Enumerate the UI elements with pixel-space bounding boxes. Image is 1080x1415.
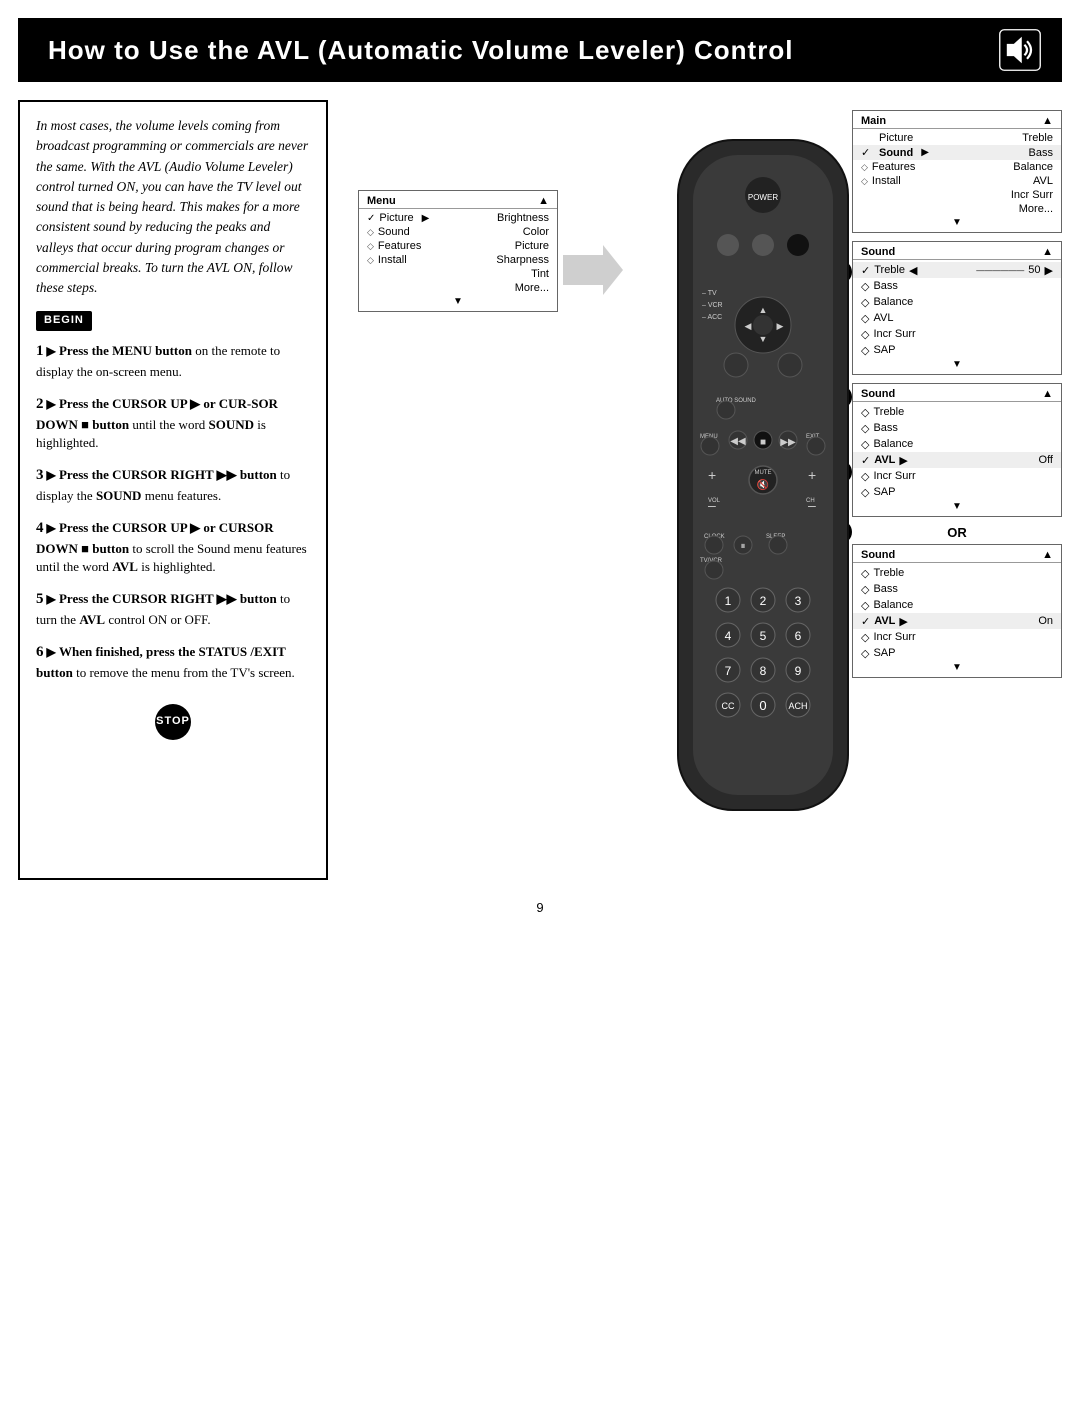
svg-text:4: 4 bbox=[725, 629, 732, 643]
svg-text:POWER: POWER bbox=[748, 193, 778, 202]
avl-on-balance: ◇ Balance bbox=[853, 597, 1061, 613]
menu-item-install: ◇ Install Sharpness bbox=[359, 253, 557, 267]
svg-text:▶▶: ▶▶ bbox=[780, 437, 796, 448]
svg-text:▲: ▲ bbox=[759, 305, 768, 315]
main-menu-incr: Incr Surr bbox=[853, 188, 1061, 202]
svg-text:⏸: ⏸ bbox=[741, 541, 746, 552]
avl-on-bass: ◇ Bass bbox=[853, 581, 1061, 597]
or-label: OR bbox=[852, 521, 1062, 544]
sound-sap-item: ◇ SAP bbox=[853, 342, 1061, 358]
svg-text:9: 9 bbox=[795, 664, 802, 678]
sound-bass-item: ◇ Bass bbox=[853, 278, 1061, 294]
svg-text:2: 2 bbox=[760, 594, 767, 608]
menu-item-tint: Tint bbox=[359, 267, 557, 281]
stop-badge: STOP bbox=[155, 704, 191, 740]
main-content: In most cases, the volume levels coming … bbox=[18, 100, 1062, 880]
sound-avl-on-menu-box: Sound ▲ ◇ Treble ◇ Bass bbox=[852, 544, 1062, 678]
svg-text:+: + bbox=[808, 467, 816, 483]
speaker-icon bbox=[998, 28, 1042, 72]
main-menu-sound-selected: ✓ Sound ▶ Bass bbox=[853, 145, 1061, 160]
sound-avl-item: ◇ AVL bbox=[853, 310, 1061, 326]
sound-balance-item: ◇ Balance bbox=[853, 294, 1061, 310]
svg-text:◀: ◀ bbox=[745, 321, 752, 331]
remote-control: POWER – TV – VCR – ACC ▲ ▼ ◀ ▶ bbox=[648, 130, 878, 835]
svg-text:ACH: ACH bbox=[788, 701, 807, 711]
arrow-graphic bbox=[563, 245, 623, 300]
begin-badge: BEGIN bbox=[36, 310, 310, 341]
avl-off-avl: ✓ AVL ▶ Off bbox=[853, 452, 1061, 468]
svg-text:8: 8 bbox=[760, 664, 767, 678]
main-menu-picture: Picture Treble bbox=[853, 131, 1061, 145]
avl-on-treble: ◇ Treble bbox=[853, 565, 1061, 581]
svg-text:5: 5 bbox=[760, 629, 767, 643]
step-2: 2▶ Press the CURSOR UP ▶ or CUR-SOR DOWN… bbox=[36, 394, 310, 453]
main-menu-display: Menu ▲ ✓ Picture ▶ Brightness ◇ Sound Co… bbox=[358, 190, 558, 312]
main-menu-features: ◇ Features Balance bbox=[853, 160, 1061, 174]
center-right-area: Menu ▲ ✓ Picture ▶ Brightness ◇ Sound Co… bbox=[328, 100, 1062, 880]
avl-off-sap: ◇ SAP bbox=[853, 484, 1061, 500]
svg-text:▼: ▼ bbox=[759, 334, 768, 344]
menu-item-more: More... bbox=[359, 281, 557, 295]
svg-text:+: + bbox=[708, 467, 716, 483]
step-5: 5▶ Press the CURSOR RIGHT ▶▶ button to t… bbox=[36, 589, 310, 630]
treble-slider: —————— bbox=[976, 266, 1024, 275]
main-menu-more: More... bbox=[853, 202, 1061, 216]
main-menu-install: ◇ Install AVL bbox=[853, 174, 1061, 188]
step-1: 1▶ Press the MENU button on the remote t… bbox=[36, 341, 310, 382]
page-header: How to Use the AVL (Automatic Volume Lev… bbox=[18, 18, 1062, 82]
svg-text:■: ■ bbox=[760, 437, 766, 448]
menu-item-features: ◇ Features Picture bbox=[359, 239, 557, 253]
avl-off-balance: ◇ Balance bbox=[853, 436, 1061, 452]
avl-off-treble: ◇ Treble bbox=[853, 404, 1061, 420]
step-3: 3▶ Press the CURSOR RIGHT ▶▶ button to d… bbox=[36, 465, 310, 506]
page-number: 9 bbox=[0, 900, 1080, 915]
step-4: 4▶ Press the CURSOR UP ▶ or CURSOR DOWN … bbox=[36, 518, 310, 577]
sound-treble-menu-box: Sound ▲ ✓ Treble ◀ —————— 50 ▶ bbox=[852, 241, 1062, 375]
main-sound-menu-box: Main ▲ Picture Treble ✓ Sound ▶ Bass ◇ F… bbox=[852, 110, 1062, 233]
svg-text:CC: CC bbox=[722, 701, 735, 711]
right-menus-panel: Main ▲ Picture Treble ✓ Sound ▶ Bass ◇ F… bbox=[852, 110, 1062, 678]
svg-text:– TV: – TV bbox=[702, 290, 717, 297]
menu-item-sound: ◇ Sound Color bbox=[359, 225, 557, 239]
sound-incr-item: ◇ Incr Surr bbox=[853, 326, 1061, 342]
svg-text:🔇: 🔇 bbox=[757, 478, 769, 491]
menu-item-picture: ✓ Picture ▶ Brightness bbox=[359, 211, 557, 225]
svg-text:3: 3 bbox=[795, 594, 802, 608]
svg-text:6: 6 bbox=[795, 629, 802, 643]
svg-text:0: 0 bbox=[759, 698, 766, 713]
svg-text:– VCR: – VCR bbox=[702, 302, 723, 309]
svg-text:MUTE: MUTE bbox=[755, 470, 772, 476]
avl-on-incr: ◇ Incr Surr bbox=[853, 629, 1061, 645]
avl-on-sap: ◇ SAP bbox=[853, 645, 1061, 661]
avl-on-avl: ✓ AVL ▶ On bbox=[853, 613, 1061, 629]
intro-text: In most cases, the volume levels coming … bbox=[36, 116, 310, 298]
menu-header: Menu ▲ bbox=[359, 194, 557, 209]
instructions-panel: In most cases, the volume levels coming … bbox=[18, 100, 328, 880]
header-icon-area bbox=[998, 28, 1042, 72]
svg-text:◀◀: ◀◀ bbox=[730, 436, 746, 447]
step-6: 6▶ When finished, press the STATUS /EXIT… bbox=[36, 642, 310, 683]
page-title: How to Use the AVL (Automatic Volume Lev… bbox=[48, 35, 793, 66]
svg-text:1: 1 bbox=[725, 594, 732, 608]
sound-avl-off-menu-box: Sound ▲ ◇ Treble ◇ Bass bbox=[852, 383, 1062, 517]
sound-treble-item: ✓ Treble ◀ —————— 50 ▶ bbox=[853, 262, 1061, 278]
svg-text:▶: ▶ bbox=[777, 321, 784, 331]
svg-text:VOL: VOL bbox=[708, 498, 721, 504]
svg-text:7: 7 bbox=[725, 664, 732, 678]
svg-text:– ACC: – ACC bbox=[702, 314, 722, 321]
avl-off-bass: ◇ Bass bbox=[853, 420, 1061, 436]
avl-off-incr: ◇ Incr Surr bbox=[853, 468, 1061, 484]
menu-arrow-down: ▼ bbox=[359, 295, 557, 308]
main-menu-box: Menu ▲ ✓ Picture ▶ Brightness ◇ Sound Co… bbox=[358, 190, 558, 312]
svg-text:CH: CH bbox=[806, 498, 815, 504]
